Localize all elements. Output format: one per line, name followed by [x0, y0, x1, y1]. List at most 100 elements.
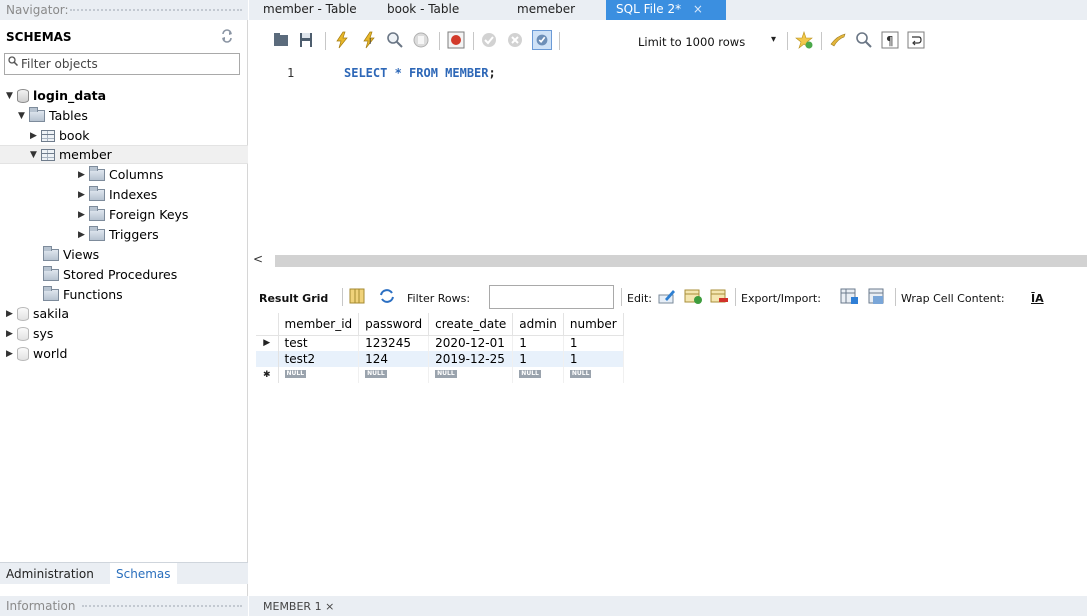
add-row-icon[interactable]	[683, 287, 703, 305]
limit-rows-select[interactable]: Limit to 1000 rows	[638, 35, 745, 49]
tree-node-columns[interactable]: ▶ Columns	[0, 165, 248, 184]
column-header[interactable]: password	[358, 313, 430, 336]
filter-objects-input[interactable]	[21, 56, 235, 72]
edit-row-icon[interactable]	[657, 287, 677, 305]
sql-editor[interactable]: 1 SELECT * FROM MEMBER;	[249, 60, 1087, 252]
wrap-lines-icon[interactable]	[906, 30, 926, 50]
grid-cell[interactable]: 124	[358, 351, 430, 367]
expand-arrow-icon[interactable]: ▶	[76, 190, 87, 200]
schema-sakila[interactable]: ▶ sakila	[0, 304, 248, 323]
tree-node-tables[interactable]: ▼ Tables	[0, 106, 248, 125]
filter-rows-input[interactable]	[489, 285, 614, 309]
open-folder-icon[interactable]	[271, 30, 291, 50]
close-icon[interactable]: ×	[693, 2, 703, 16]
expand-arrow-icon[interactable]: ▶	[4, 329, 15, 339]
column-header[interactable]: member_id	[278, 313, 360, 336]
tab-book-table[interactable]: book - Table	[387, 0, 459, 20]
find-icon[interactable]	[854, 30, 874, 50]
expand-arrow-icon[interactable]: ▶	[76, 170, 87, 180]
collapse-arrow-icon[interactable]: ▼	[4, 91, 15, 101]
grid-cell[interactable]: NULL	[358, 367, 430, 383]
table-row[interactable]: ▶ test 123245 2020-12-01 1 1	[256, 335, 624, 351]
tree-node-foreign-keys[interactable]: ▶ Foreign Keys	[0, 205, 248, 224]
navigator-title: Navigator:	[6, 3, 69, 17]
grid-cell[interactable]: test	[278, 335, 360, 351]
header-grip	[70, 9, 242, 11]
grid-cell[interactable]: 2019-12-25	[428, 351, 514, 367]
chevron-down-icon[interactable]: ▾	[771, 34, 776, 45]
tree-node-member[interactable]: ▼ member	[0, 145, 248, 164]
navigator-bottom-tabs: Administration Schemas	[0, 562, 248, 585]
column-header[interactable]: number	[563, 313, 624, 336]
tree-node-views[interactable]: Views	[0, 245, 248, 264]
schema-login-data[interactable]: ▼ login_data	[0, 86, 248, 105]
grid-cell[interactable]: 2020-12-01	[428, 335, 514, 351]
invisible-chars-icon[interactable]: ¶	[880, 30, 900, 50]
tab-member-1[interactable]: MEMBER 1 ×	[263, 600, 334, 613]
result-grid-label[interactable]: Result Grid	[259, 292, 328, 305]
grid-cell[interactable]: 1	[563, 351, 624, 367]
column-header[interactable]: admin	[512, 313, 564, 336]
refresh-rows-icon[interactable]	[377, 287, 397, 305]
tab-member-table[interactable]: member - Table	[263, 0, 357, 20]
import-icon[interactable]	[867, 287, 887, 305]
export-icon[interactable]	[839, 287, 859, 305]
save-icon[interactable]	[296, 30, 316, 50]
grid-cell[interactable]: NULL	[278, 367, 360, 383]
wrap-cell-icon[interactable]: ĪA	[1031, 292, 1044, 305]
commit-icon[interactable]	[479, 30, 499, 50]
delete-row-icon[interactable]	[709, 287, 729, 305]
grid-cell[interactable]: NULL	[563, 367, 624, 383]
tab-sql-file-2[interactable]: SQL File 2* ×	[606, 0, 726, 20]
collapse-arrow-icon[interactable]: ▼	[28, 150, 39, 160]
add-snippet-icon[interactable]	[794, 30, 814, 50]
autocommit-icon[interactable]	[532, 30, 552, 50]
grid-cell[interactable]: test2	[278, 351, 360, 367]
grid-cell[interactable]: 1	[512, 335, 564, 351]
execute-icon[interactable]	[332, 30, 352, 50]
grid-cell[interactable]: NULL	[428, 367, 514, 383]
null-badge: NULL	[519, 370, 541, 378]
expand-arrow-icon[interactable]: ▶	[4, 349, 15, 359]
tab-schemas[interactable]: Schemas	[110, 563, 177, 585]
tab-administration[interactable]: Administration	[0, 563, 100, 585]
expand-arrow-icon[interactable]: ▶	[28, 131, 39, 141]
refresh-icon[interactable]	[220, 29, 234, 43]
scrollbar-thumb[interactable]	[275, 255, 1087, 267]
sql-statement[interactable]: SELECT * FROM MEMBER;	[344, 66, 496, 80]
beautify-icon[interactable]	[828, 30, 848, 50]
grid-cell[interactable]: 1	[512, 351, 564, 367]
grid-cell[interactable]: 1	[563, 335, 624, 351]
tab-memeber[interactable]: memeber	[517, 0, 575, 20]
collapse-arrow-icon[interactable]: ▼	[16, 111, 27, 121]
result-grid[interactable]: member_id password create_date admin num…	[256, 313, 624, 383]
schema-sys[interactable]: ▶ sys	[0, 324, 248, 343]
toggle-error-stop-icon[interactable]	[446, 30, 466, 50]
filter-objects-field[interactable]	[4, 53, 240, 75]
rollback-icon[interactable]	[505, 30, 525, 50]
grid-cell[interactable]: NULL	[512, 367, 564, 383]
toolbar-separator	[342, 288, 343, 306]
execute-current-icon[interactable]: I	[359, 30, 379, 50]
column-header[interactable]: create_date	[428, 313, 514, 336]
editor-horizontal-scrollbar[interactable]: <	[249, 252, 1087, 268]
tree-node-stored-procedures[interactable]: Stored Procedures	[0, 265, 248, 284]
expand-arrow-icon[interactable]: ▶	[76, 230, 87, 240]
explain-icon[interactable]	[385, 30, 405, 50]
grid-layout-icon[interactable]	[347, 287, 367, 305]
tree-node-indexes[interactable]: ▶ Indexes	[0, 185, 248, 204]
tree-node-book[interactable]: ▶ book	[0, 126, 248, 145]
header-grip	[82, 605, 242, 607]
table-row[interactable]: test2 124 2019-12-25 1 1	[256, 351, 624, 367]
expand-arrow-icon[interactable]: ▶	[4, 309, 15, 319]
schema-world[interactable]: ▶ world	[0, 344, 248, 363]
tree-node-triggers[interactable]: ▶ Triggers	[0, 225, 248, 244]
tree-node-functions[interactable]: Functions	[0, 285, 248, 304]
grid-header-row: member_id password create_date admin num…	[256, 313, 624, 336]
scroll-left-icon[interactable]: <	[253, 252, 263, 266]
null-badge: NULL	[569, 370, 592, 378]
expand-arrow-icon[interactable]: ▶	[76, 210, 87, 220]
new-row[interactable]: ✱ NULL NULL NULL NULL NULL	[256, 367, 624, 383]
stop-icon[interactable]	[411, 30, 431, 50]
grid-cell[interactable]: 123245	[358, 335, 430, 351]
